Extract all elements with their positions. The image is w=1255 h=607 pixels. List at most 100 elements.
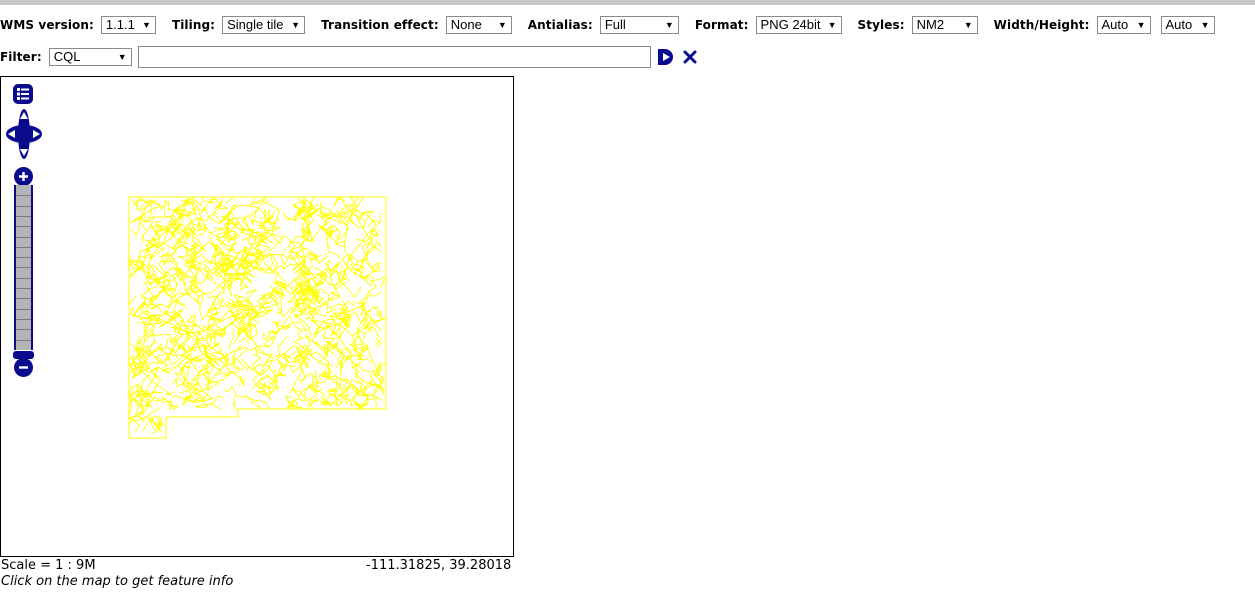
zoom-level-tick [16, 318, 31, 320]
feature-outline [228, 329, 235, 351]
feature-outline [263, 262, 294, 273]
feature-outline [361, 345, 379, 372]
reset-filter-button[interactable] [682, 49, 698, 65]
zoom-level-tick [16, 267, 31, 269]
feature-info-hint: Click on the map to get feature info [1, 574, 234, 589]
map-viewport[interactable] [0, 76, 514, 557]
feature-outline [367, 290, 383, 298]
antialias-label: Antialias: [527, 18, 593, 32]
zoom-level-tick [16, 195, 31, 197]
feature-outline [130, 341, 158, 373]
feature-outline [310, 251, 328, 264]
width-select[interactable]: Auto ▼ [1096, 16, 1151, 34]
zoom-in-button[interactable] [14, 167, 33, 186]
dropdown-arrow-icon: ▼ [142, 20, 151, 30]
zoom-level-tick [16, 288, 31, 289]
coordinates-readout: -111.31825, 39.28018 [366, 558, 512, 573]
dropdown-arrow-icon: ▼ [117, 52, 127, 62]
dropdown-arrow-icon: ▼ [1136, 20, 1146, 30]
feature-outline [325, 224, 341, 244]
feature-outline [254, 346, 274, 362]
zoom-level-tick [16, 257, 31, 259]
feature-outline [318, 362, 349, 392]
filter-type-select[interactable]: CQL ▼ [48, 48, 132, 66]
feature-outline [174, 342, 182, 358]
close-icon [683, 50, 697, 64]
zoom-level-tick [16, 339, 31, 341]
feature-outline [150, 343, 177, 365]
feature-outline [292, 364, 306, 392]
dropdown-arrow-icon: ▼ [664, 20, 674, 30]
zoom-bar[interactable] [14, 185, 33, 350]
minus-icon [14, 358, 33, 377]
list-icon [13, 84, 33, 104]
dropdown-arrow-icon: ▼ [963, 20, 973, 30]
styles-label: Styles: [857, 18, 905, 32]
feature-outline [184, 393, 209, 404]
wms-version-label: WMS version: [0, 18, 94, 32]
transition-effect-select[interactable]: None ▼ [445, 16, 512, 34]
antialias-select[interactable]: Full ▼ [599, 16, 679, 34]
feature-outline [239, 376, 246, 387]
pan-down-button[interactable] [17, 147, 31, 161]
feature-outline [138, 202, 146, 211]
feature-outline [246, 353, 262, 376]
zoom-level-tick [16, 329, 31, 331]
play-icon [658, 49, 673, 65]
layer-switcher-button[interactable] [13, 84, 33, 104]
feature-outline [365, 261, 381, 273]
feature-outline [284, 235, 300, 254]
feature-outline [209, 226, 223, 234]
feature-outline [361, 241, 382, 256]
feature-outline [128, 295, 137, 305]
tiling-select[interactable]: Single tile ▼ [222, 16, 306, 34]
format-select[interactable]: PNG 24bit ▼ [755, 16, 842, 34]
wms-version-select[interactable]: 1.1.1 ▼ [100, 16, 156, 34]
apply-filter-button[interactable] [656, 48, 676, 66]
zoom-level-tick [16, 277, 31, 279]
zoom-out-button[interactable] [14, 358, 33, 377]
dropdown-arrow-icon: ▼ [497, 20, 507, 30]
pan-up-button[interactable] [17, 107, 31, 121]
dropdown-arrow-icon: ▼ [1200, 20, 1210, 30]
feature-outline [284, 395, 303, 411]
pan-right-button[interactable] [31, 126, 43, 142]
dropdown-arrow-icon: ▼ [827, 20, 837, 30]
feature-outline [238, 336, 261, 351]
wms-options-toolbar: WMS version: 1.1.1 ▼ Tiling: Single tile ▼… [0, 14, 1215, 36]
feature-outline [245, 394, 261, 409]
feature-outline [171, 394, 191, 406]
pan-control [5, 107, 43, 161]
dropdown-arrow-icon: ▼ [291, 20, 301, 30]
feature-outline [326, 241, 340, 259]
filter-label: Filter: [0, 50, 42, 64]
feature-outline [231, 396, 237, 411]
height-select[interactable]: Auto ▼ [1160, 16, 1215, 34]
styles-select[interactable]: NM2 ▼ [911, 16, 978, 34]
feature-outline [378, 241, 383, 247]
window-top-border [0, 0, 1255, 5]
format-label: Format: [694, 18, 749, 32]
feature-outline [130, 271, 136, 279]
feature-outline [259, 360, 270, 376]
feature-outline [379, 279, 386, 288]
pan-left-button[interactable] [5, 126, 17, 142]
feature-outline [213, 348, 248, 367]
cql-filter-input[interactable] [138, 46, 651, 68]
width-height-label: Width/Height: [993, 18, 1090, 32]
feature-outline [267, 328, 281, 340]
feature-outline [375, 213, 382, 227]
feature-outline [374, 399, 380, 411]
tiling-label: Tiling: [171, 18, 216, 32]
feature-outline [128, 416, 140, 433]
zoom-level-tick [16, 308, 31, 310]
feature-outline [134, 408, 160, 422]
zoom-level-tick [16, 205, 31, 207]
transition-effect-label: Transition effect: [321, 18, 439, 32]
feature-outline [299, 370, 317, 384]
feature-outline [323, 281, 348, 315]
plus-icon [14, 167, 33, 186]
zoom-level-tick [16, 246, 31, 248]
filter-toolbar: Filter: CQL ▼ [0, 46, 132, 68]
feature-outline [271, 364, 285, 386]
